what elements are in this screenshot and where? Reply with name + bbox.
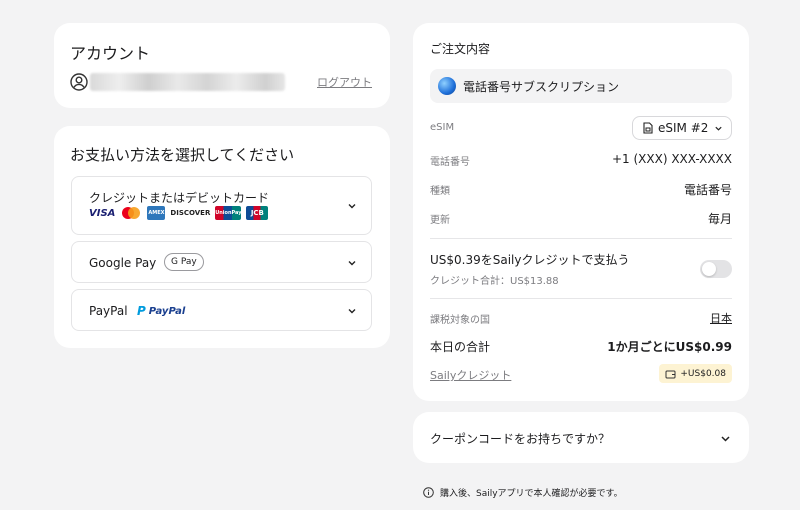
sim-icon — [643, 122, 653, 134]
google-pay-label: Google Pay — [89, 256, 157, 270]
esim-label: eSIM — [430, 122, 455, 133]
tax-country-link[interactable]: 日本 — [710, 310, 732, 326]
type-value: 電話番号 — [683, 183, 732, 197]
tax-country-label: 課税対象の国 — [430, 315, 490, 326]
divider — [430, 238, 732, 239]
google-pay-badge: G Pay — [164, 253, 204, 271]
paypal-option[interactable]: PayPal P PayPal — [71, 289, 372, 331]
visa-logo: VISA — [89, 207, 116, 219]
order-title: ご注文内容 — [430, 42, 491, 56]
google-pay-badge-text: G Pay — [171, 257, 197, 267]
paypal-label: PayPal — [89, 304, 128, 318]
verification-note-text: 購入後、Sailyアプリで本人確認が必要です。 — [440, 489, 623, 499]
chevron-down-icon — [348, 309, 356, 314]
type-label: 種類 — [430, 186, 450, 197]
user-icon — [70, 73, 88, 91]
renewal-value: 毎月 — [707, 212, 732, 226]
divider — [430, 298, 732, 299]
account-card: アカウント ログアウト — [54, 23, 390, 108]
discover-logo: DISCOVER — [170, 209, 211, 217]
unionpay-logo: UnionPay — [215, 206, 242, 220]
payment-method-card: お支払い方法を選択してください クレジットまたはデビットカード VISA AME… — [54, 126, 390, 348]
google-pay-option[interactable]: Google Pay G Pay — [71, 241, 372, 283]
amex-logo: AMEX — [147, 206, 166, 220]
saily-credit-toggle[interactable] — [700, 260, 732, 278]
card-logos: VISA AMEX DISCOVER UnionPay JCB — [89, 206, 269, 220]
total-label: 本日の合計 — [430, 340, 491, 354]
logout-link[interactable]: ログアウト — [317, 74, 372, 90]
chevron-down-icon — [721, 436, 730, 442]
saily-credit-value: +US$0.08 — [680, 368, 726, 379]
globe-icon — [438, 77, 456, 95]
chevron-down-icon — [348, 261, 356, 266]
credit-total: クレジット合計：US$13.88 — [430, 276, 559, 287]
account-title: アカウント — [70, 44, 151, 63]
phone-label: 電話番号 — [430, 157, 470, 168]
info-icon — [423, 487, 434, 498]
payment-title: お支払い方法を選択してください — [70, 146, 295, 164]
redacted-email — [90, 73, 285, 91]
paypal-logo: P PayPal — [137, 304, 186, 318]
total-value: 1か月ごとにUS$0.99 — [607, 340, 732, 354]
phone-value: +1 (XXX) XXX-XXXX — [611, 152, 732, 166]
card-payment-label: クレジットまたはデビットカード — [89, 191, 270, 205]
renewal-label: 更新 — [430, 215, 450, 226]
esim-select[interactable]: eSIM #2 — [632, 116, 732, 140]
order-summary-card: ご注文内容 電話番号サブスクリプション eSIM eSIM #2 電話番号 +1… — [413, 23, 749, 401]
card-payment-option[interactable]: クレジットまたはデビットカード VISA AMEX DISCOVER Union… — [71, 176, 372, 235]
coupon-card[interactable]: クーポンコードをお持ちですか？ — [413, 412, 749, 463]
product-name: 電話番号サブスクリプション — [463, 79, 620, 94]
toggle-knob — [702, 262, 716, 276]
saily-credit-badge: +US$0.08 — [659, 364, 732, 383]
verification-note: 購入後、Sailyアプリで本人確認が必要です。 — [423, 486, 623, 499]
product-row: 電話番号サブスクリプション — [430, 69, 732, 103]
saily-credit-link[interactable]: Sailyクレジット — [430, 367, 511, 383]
jcb-logo: JCB — [246, 206, 269, 220]
wallet-icon — [665, 370, 676, 378]
mastercard-logo — [122, 207, 141, 219]
paypal-brand-text: PayPal — [148, 305, 186, 317]
chevron-down-icon — [348, 204, 356, 209]
coupon-label: クーポンコードをお持ちですか？ — [430, 432, 611, 446]
chevron-down-icon — [715, 126, 722, 131]
esim-select-value: eSIM #2 — [658, 121, 709, 135]
credit-pay-title: US$0.39をSailyクレジットで支払う — [430, 253, 630, 267]
